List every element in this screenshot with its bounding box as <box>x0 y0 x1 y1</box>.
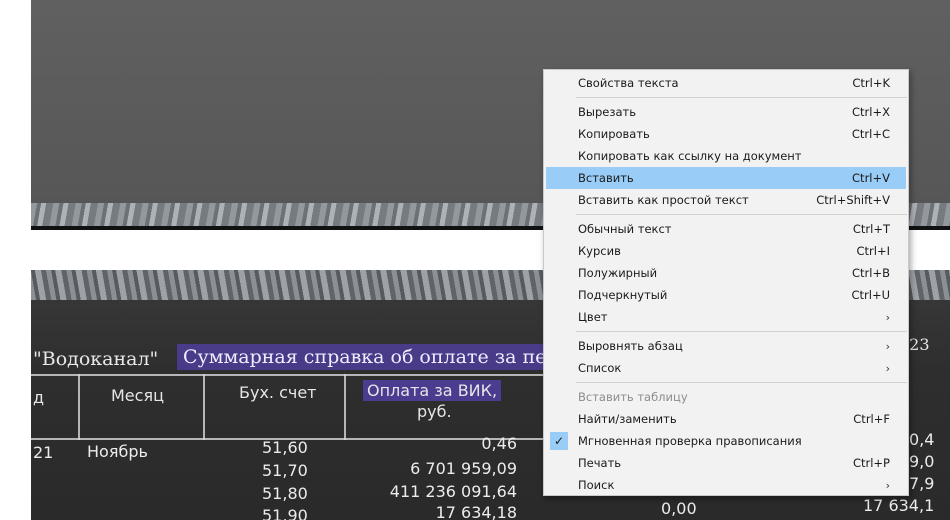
menu-separator <box>576 382 907 383</box>
menu-item-shortcut: Ctrl+I <box>856 244 891 258</box>
col-header-month: Месяц <box>111 386 164 405</box>
menu-item-shortcut: Ctrl+X <box>852 105 890 119</box>
menu-item-shortcut: Ctrl+P <box>852 456 890 470</box>
row-id-fragment: 21 <box>33 443 54 462</box>
table-line <box>203 374 205 440</box>
menu-item-shortcut: Ctrl+K <box>852 76 890 90</box>
payment-value: 6 701 959,09 <box>410 459 517 478</box>
table-line <box>31 374 551 376</box>
payment-value: 411 236 091,64 <box>389 482 517 501</box>
menu-item[interactable]: Цвет › <box>544 306 908 328</box>
menu-item[interactable]: Полужирный Ctrl+B <box>544 262 908 284</box>
menu-item[interactable]: ✓ Мгновенная проверка правописания <box>544 430 908 452</box>
menu-item-label: Печать <box>578 456 622 470</box>
right-column-value: 9,0 <box>909 452 935 471</box>
menu-item-label: Копировать как ссылку на документ <box>578 149 802 163</box>
table-line <box>78 374 80 440</box>
col-header-account: Бух. счет <box>239 383 317 402</box>
menu-item-label: Подчеркнутый <box>578 288 668 302</box>
menu-item-label: Вставить как простой текст <box>578 193 749 207</box>
chevron-right-icon: › <box>885 478 890 492</box>
menu-item[interactable]: Подчеркнутый Ctrl+U <box>544 284 908 306</box>
menu-item: Вставить таблицу <box>544 386 908 408</box>
payment-value: 17 634,18 <box>435 503 517 520</box>
menu-separator <box>576 97 907 98</box>
chevron-right-icon: › <box>885 310 890 324</box>
col-header-payment-unit: руб. <box>417 402 452 421</box>
menu-item[interactable]: Свойства текста Ctrl+K <box>544 72 908 94</box>
menu-item-label: Обычный текст <box>578 222 672 236</box>
right-column-value: 7,9 <box>909 474 935 493</box>
account-value: 51,70 <box>262 461 308 480</box>
right-column-value: 17 634,1 <box>863 496 935 515</box>
account-value: 51,60 <box>262 438 308 457</box>
menu-item-shortcut: Ctrl+V <box>852 171 890 185</box>
menu-item-label: Поиск <box>578 478 615 492</box>
menu-item-label: Копировать <box>578 127 650 141</box>
menu-item-label: Вставить таблицу <box>578 390 688 404</box>
col-header-id: д <box>33 388 45 407</box>
menu-separator <box>576 331 907 332</box>
menu-item[interactable]: Вставить как простой текст Ctrl+Shift+V <box>544 189 908 211</box>
menu-item-shortcut: Ctrl+B <box>852 266 890 280</box>
doc-title-selected[interactable]: Суммарная справка об оплате за период <box>177 344 601 370</box>
checkmark-icon: ✓ <box>550 432 568 450</box>
menu-item[interactable]: Выровнять абзац › <box>544 335 908 357</box>
right-column-value: 0,00 <box>661 499 697 518</box>
menu-separator <box>576 214 907 215</box>
menu-item[interactable]: Список › <box>544 357 908 379</box>
menu-item[interactable]: Курсив Ctrl+I <box>544 240 908 262</box>
row-month: Ноябрь <box>87 442 148 461</box>
menu-item-shortcut: Ctrl+T <box>852 222 890 236</box>
menu-item[interactable]: Печать Ctrl+P <box>544 452 908 474</box>
menu-item-label: Мгновенная проверка правописания <box>578 434 802 448</box>
menu-item-shortcut: Ctrl+C <box>851 127 890 141</box>
payment-value: 0,46 <box>481 434 517 453</box>
account-value: 51,90 <box>262 506 308 520</box>
menu-item-label: Свойства текста <box>578 76 679 90</box>
context-menu: Свойства текста Ctrl+K Вырезать Ctrl+X Копир… <box>543 69 909 496</box>
menu-item-label: Курсив <box>578 244 621 258</box>
menu-item-label: Найти/заменить <box>578 412 677 426</box>
table-line <box>344 374 346 440</box>
col-header-payment: Оплата за ВИК, <box>363 380 502 401</box>
menu-item[interactable]: Обычный текст Ctrl+T <box>544 218 908 240</box>
menu-item-shortcut: Ctrl+U <box>851 288 890 302</box>
menu-item-label: Выровнять абзац <box>578 339 683 353</box>
doc-title-org: "Водоканал" <box>33 348 159 370</box>
menu-item-label: Вырезать <box>578 105 636 119</box>
menu-item[interactable]: Копировать как ссылку на документ <box>544 145 908 167</box>
chevron-right-icon: › <box>885 339 890 353</box>
menu-item-shortcut: Ctrl+F <box>853 412 890 426</box>
menu-item[interactable]: Вырезать Ctrl+X <box>544 101 908 123</box>
menu-item-label: Вставить <box>578 171 634 185</box>
menu-item-label: Цвет <box>578 310 608 324</box>
menu-item[interactable]: Вставить Ctrl+V <box>546 167 906 189</box>
account-value: 51,80 <box>262 484 308 503</box>
menu-item-label: Полужирный <box>578 266 658 280</box>
menu-item[interactable]: Копировать Ctrl+C <box>544 123 908 145</box>
menu-item[interactable]: Поиск › <box>544 474 908 496</box>
menu-item[interactable]: Найти/заменить Ctrl+F <box>544 408 908 430</box>
chevron-right-icon: › <box>885 361 890 375</box>
menu-item-label: Список <box>578 361 622 375</box>
menu-item-shortcut: Ctrl+Shift+V <box>816 193 890 207</box>
right-column-value: 0,4 <box>909 430 935 449</box>
